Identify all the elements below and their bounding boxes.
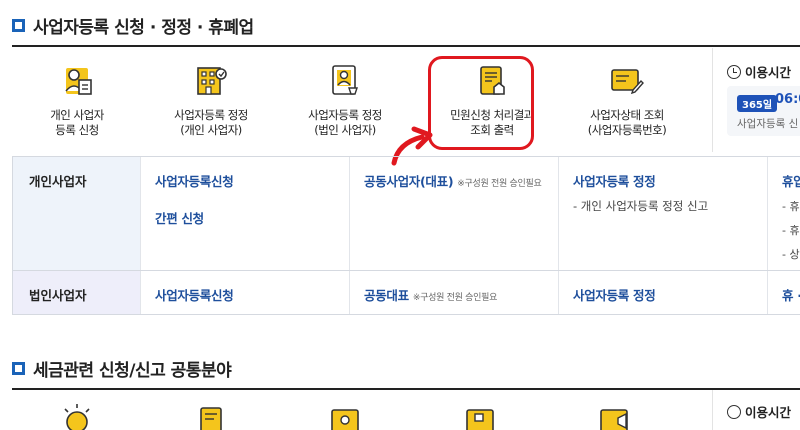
hours-sub: 사업자등록 신	[737, 118, 799, 130]
row-header: 개인사업자	[12, 157, 140, 270]
lightbulb-icon[interactable]	[57, 400, 97, 430]
clock-icon	[727, 404, 741, 419]
service-label-line1: 사업자등록 정정	[308, 108, 382, 122]
table-cell: 공동사업자(대표) ※구성원 전원 승인필요	[349, 157, 558, 270]
hours-panel: 이용시간 365일 06:0 사업자등록 신	[712, 48, 800, 152]
section-title-text: 세금관련 신청/신고 공통분야	[33, 361, 232, 381]
link-joint-business[interactable]: 공동사업자(대표) ※구성원 전원 승인필요	[364, 171, 558, 190]
service-label-line2: (사업자등록번호)	[587, 123, 667, 137]
section-title-text: 사업자등록 신청 · 정정 · 휴폐업	[33, 18, 254, 38]
service-label-line1: 개인 사업자	[50, 108, 104, 122]
service-label-line1: 사업자상태 조회	[590, 108, 664, 122]
certificate-stamp-icon[interactable]	[461, 400, 501, 430]
service-label-line2: (개인 사업자)	[180, 123, 242, 137]
hours-title: 이용시간	[727, 62, 791, 81]
link-closure[interactable]: 휴 ·	[782, 285, 800, 304]
section-square-icon	[12, 362, 25, 375]
table-cell: 휴 ·	[767, 271, 800, 314]
table-cell: 휴업 - 휴 - 휴 - 상	[767, 157, 800, 270]
link-closure[interactable]: 휴업	[782, 171, 800, 190]
row-header: 법인사업자	[12, 271, 140, 314]
link-simple-apply[interactable]: 간편 신청	[155, 208, 349, 227]
service-correction-individual[interactable]: 사업자등록 정정 (개인 사업자)	[146, 60, 276, 138]
hours-time: 06:0	[775, 92, 800, 107]
hours-badge: 365일	[737, 95, 778, 112]
hours-panel: 이용시간	[712, 390, 800, 430]
link-text: 공동대표	[364, 288, 409, 303]
service-label-line2: 등록 신청	[55, 123, 99, 137]
section-title-registration: 사업자등록 신청 · 정정 · 휴폐업	[12, 13, 254, 38]
link-registration-correction[interactable]: 사업자등록 정정	[573, 285, 767, 304]
table-cell: 공동대표 ※구성원 전원 승인필요	[349, 271, 558, 314]
list-item: - 휴	[782, 200, 800, 213]
section-divider	[12, 45, 800, 47]
list-item: - 휴	[782, 224, 800, 237]
section-title-tax: 세금관련 신청/신고 공통분야	[12, 356, 232, 381]
table-cell: 사업자등록신청 간편 신청	[140, 157, 349, 270]
table-row: 법인사업자 사업자등록신청 공동대표 ※구성원 전원 승인필요 사업자등록 정정…	[12, 271, 800, 315]
building-icon	[197, 67, 227, 95]
certificate-icon[interactable]	[326, 400, 366, 430]
hours-title: 이용시간	[727, 402, 791, 421]
certificate-person-icon	[332, 65, 358, 95]
highlight-box	[428, 56, 534, 150]
table-row: 개인사업자 사업자등록신청 간편 신청 공동사업자(대표) ※구성원 전원 승인…	[12, 157, 800, 271]
link-joint-representative[interactable]: 공동대표 ※구성원 전원 승인필요	[364, 285, 558, 304]
list-item: - 상	[782, 248, 800, 261]
card-megaphone-icon[interactable]	[596, 400, 636, 430]
person-document-icon	[65, 68, 92, 95]
clock-icon	[727, 64, 741, 79]
id-card-pen-icon	[611, 69, 644, 95]
correction-desc: - 개인 사업자등록 정정 신고	[573, 199, 709, 213]
table-cell: 사업자등록신청	[140, 271, 349, 314]
section-square-icon	[12, 19, 25, 32]
table-cell: 사업자등록 정정	[558, 271, 767, 314]
hours-title-text: 이용시간	[745, 65, 792, 80]
service-individual-registration[interactable]: 개인 사업자 등록 신청	[12, 60, 142, 138]
link-registration-apply[interactable]: 사업자등록신청	[155, 285, 349, 304]
service-table: 개인사업자 사업자등록신청 간편 신청 공동사업자(대표) ※구성원 전원 승인…	[12, 156, 800, 315]
link-registration-correction[interactable]: 사업자등록 정정	[573, 171, 767, 190]
service-label-line1: 사업자등록 정정	[174, 108, 248, 122]
link-text: 공동사업자(대표)	[364, 174, 454, 189]
service-icon-row: 개인 사업자 등록 신청 사업자등록 정정 (개인 사업자) 사업자등록 정정 …	[12, 60, 708, 148]
approval-note: ※구성원 전원 승인필요	[412, 293, 498, 303]
service-icon-row	[12, 400, 708, 430]
link-registration-apply[interactable]: 사업자등록신청	[155, 171, 349, 190]
section-divider	[12, 388, 800, 390]
table-cell: 사업자등록 정정 - 개인 사업자등록 정정 신고	[558, 157, 767, 270]
service-status-lookup[interactable]: 사업자상태 조회 (사업자등록번호)	[562, 60, 692, 138]
document-pen-icon[interactable]	[192, 400, 232, 430]
approval-note: ※구성원 전원 승인필요	[457, 179, 542, 189]
hours-title-text: 이용시간	[745, 405, 792, 420]
